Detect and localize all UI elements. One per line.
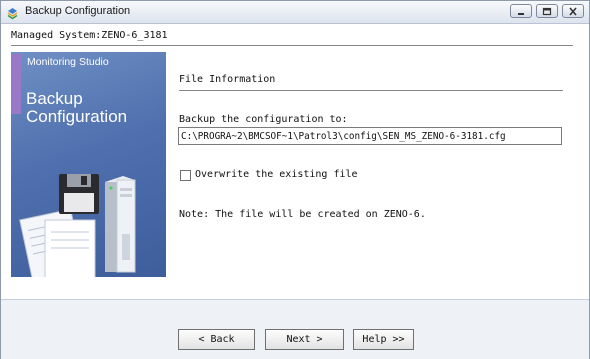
dialog-footer: < Back Next > Help >> (1, 299, 589, 359)
maximize-icon (542, 7, 552, 16)
minimize-button[interactable] (510, 4, 532, 18)
maximize-button[interactable] (536, 4, 558, 18)
banner-title-line1: Backup (26, 89, 83, 108)
wizard-banner: Monitoring Studio Backup Configuration (11, 52, 166, 277)
app-icon (6, 5, 19, 20)
back-button[interactable]: < Back (178, 329, 255, 350)
close-button[interactable] (562, 4, 584, 18)
next-button[interactable]: Next > (265, 329, 344, 350)
window-title: Backup Configuration (25, 5, 131, 17)
minimize-icon (518, 13, 524, 15)
banner-subtitle: Monitoring Studio (27, 56, 109, 68)
section-divider (179, 90, 563, 91)
help-button[interactable]: Help >> (353, 329, 414, 350)
overwrite-checkbox[interactable] (180, 170, 191, 181)
dialog-content: Managed System:ZENO-6_3181 Monitoring St… (1, 24, 589, 359)
section-title: File Information (179, 74, 276, 85)
backup-path-label: Backup the configuration to: (179, 114, 348, 125)
note-text: Note: The file will be created on ZENO-6… (179, 209, 426, 220)
backup-illustration-icon (19, 174, 136, 277)
backup-path-input[interactable] (178, 127, 562, 145)
header-divider (11, 45, 573, 46)
managed-system-label: Managed System:ZENO-6_3181 (11, 30, 168, 41)
close-icon (569, 7, 577, 16)
banner-title: Backup Configuration (26, 90, 127, 126)
backup-configuration-window: Backup Configuration Managed System:ZENO… (0, 0, 590, 359)
overwrite-label[interactable]: Overwrite the existing file (195, 169, 358, 180)
banner-stripe (11, 54, 21, 114)
title-bar[interactable]: Backup Configuration (1, 1, 589, 24)
